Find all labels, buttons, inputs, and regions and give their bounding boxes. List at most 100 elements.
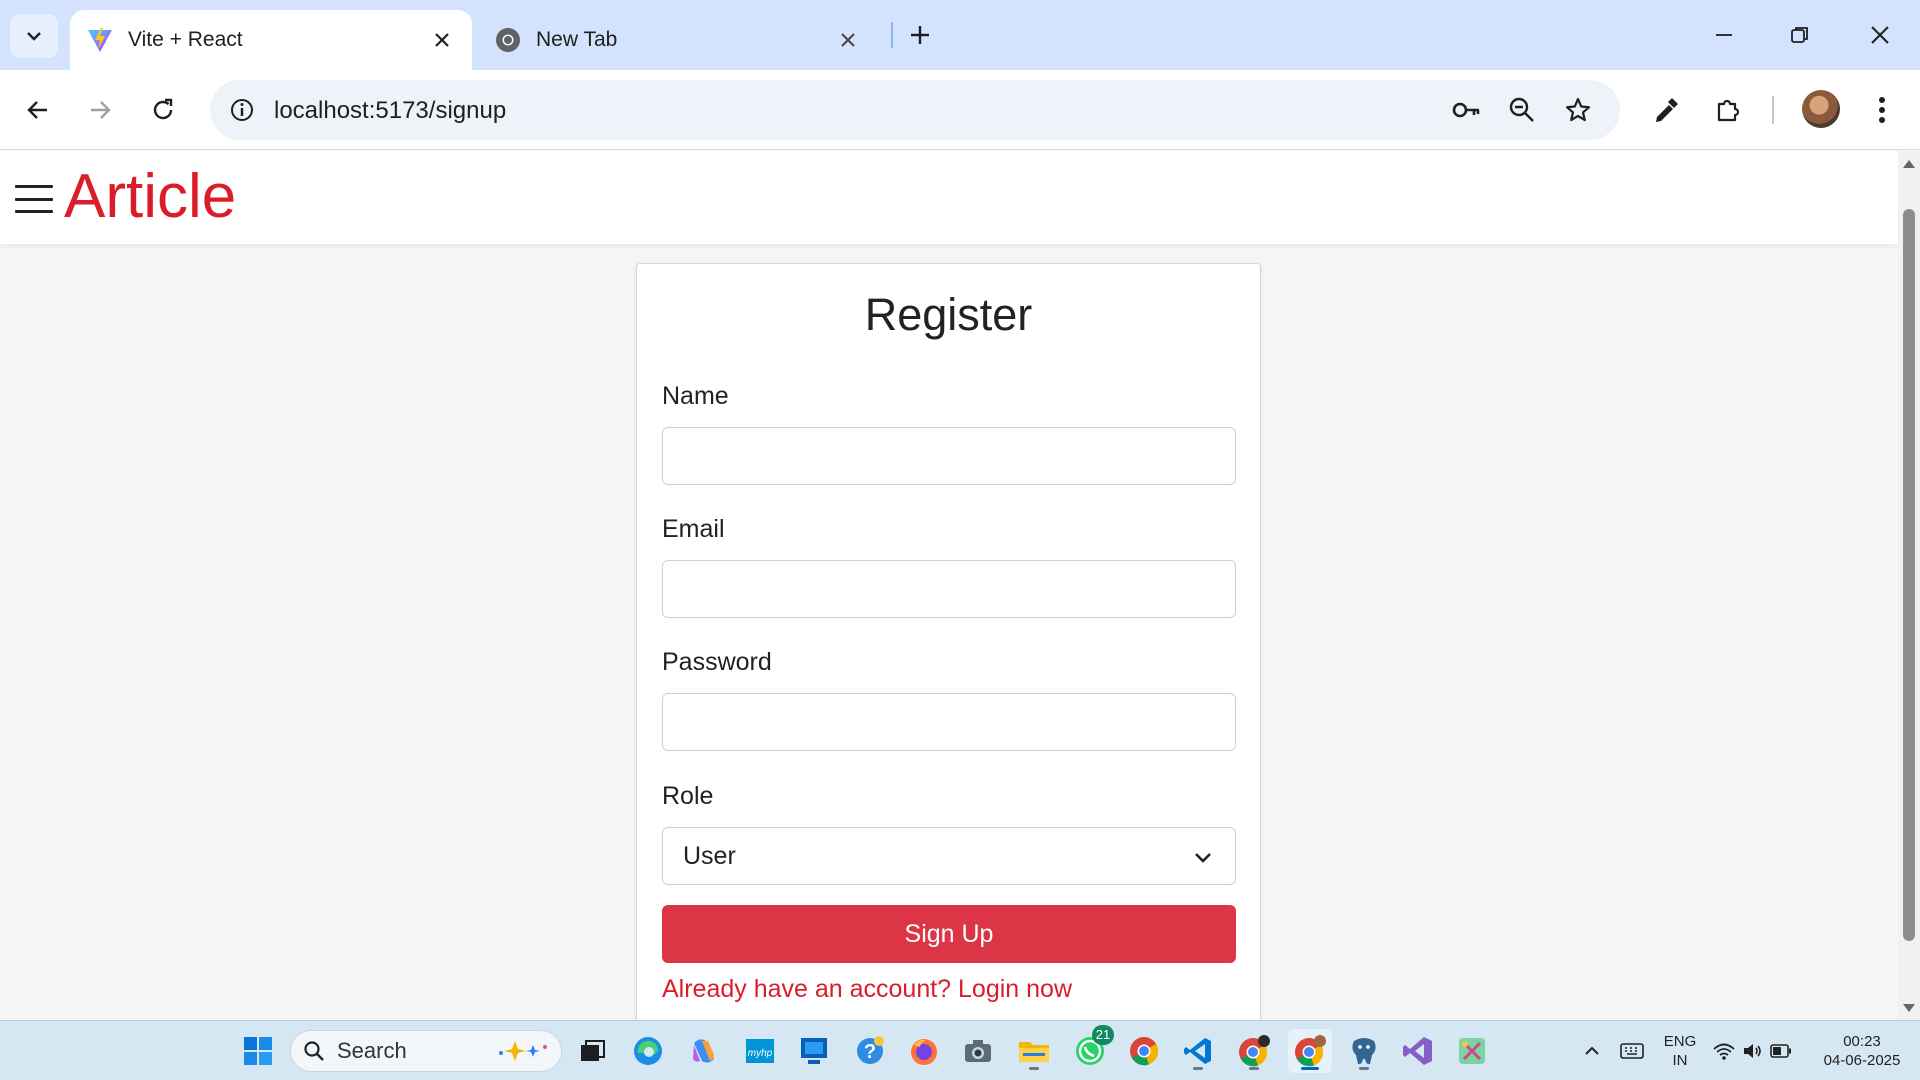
browser-toolbar: localhost:5173/signup	[0, 70, 1920, 150]
hamburger-menu-icon[interactable]	[15, 185, 53, 213]
chrome-icon	[492, 24, 524, 56]
register-card: Register Name Email Password Role User S…	[636, 263, 1261, 1020]
edge-browser-icon[interactable]	[626, 1029, 670, 1073]
windows-start-icon[interactable]	[236, 1029, 280, 1073]
back-arrow-icon	[27, 101, 47, 119]
show-hidden-icons-chevron-icon[interactable]	[1570, 1029, 1614, 1073]
close-icon	[1871, 26, 1889, 44]
form-title: Register	[864, 289, 1033, 340]
taskbar-search[interactable]: Search	[290, 1030, 562, 1072]
tab-title: Vite + React	[128, 28, 243, 51]
get-help-icon[interactable]: ?	[848, 1029, 892, 1073]
battery-icon	[1770, 1044, 1791, 1058]
role-select[interactable]: User	[662, 827, 1236, 885]
name-input[interactable]	[662, 427, 1236, 485]
minimize-button[interactable]	[1696, 12, 1752, 58]
windows-taskbar: Search myhp ? 21 ENG IN 00:23 04-06-2025	[0, 1020, 1920, 1080]
more-menu-icon[interactable]	[1860, 88, 1904, 132]
snipping-tool-icon[interactable]	[1450, 1029, 1494, 1073]
sign-up-button[interactable]: Sign Up	[662, 905, 1236, 963]
zoom-icon[interactable]	[1502, 90, 1542, 130]
svg-text:myhp: myhp	[748, 1048, 773, 1059]
site-header: Article	[0, 151, 1898, 244]
url-text[interactable]: localhost:5173/signup	[274, 97, 506, 125]
language-region: IN	[1672, 1052, 1688, 1069]
running-indicator	[1029, 1067, 1039, 1070]
plus-icon	[911, 26, 929, 44]
running-indicator	[1359, 1067, 1369, 1070]
tab-search-button[interactable]	[10, 14, 58, 58]
volume-icon	[1744, 1044, 1761, 1058]
close-tab-icon[interactable]	[426, 24, 458, 56]
scroll-down-icon[interactable]	[1902, 1001, 1916, 1015]
clock[interactable]: 00:23 04-06-2025	[1812, 1032, 1912, 1070]
new-tab-button[interactable]	[900, 17, 940, 53]
firefox-icon[interactable]	[902, 1029, 946, 1073]
scroll-up-icon[interactable]	[1902, 157, 1916, 171]
email-label: Email	[662, 515, 725, 543]
browser-tab-bar: Vite + React New Tab	[0, 0, 1920, 70]
site-brand[interactable]: Article	[64, 161, 236, 232]
quick-settings-tray[interactable]	[1706, 1029, 1798, 1073]
chevron-down-icon	[27, 32, 41, 41]
close-tab-icon[interactable]	[832, 24, 864, 56]
chrome-taskbar-icon[interactable]	[1122, 1029, 1166, 1073]
forward-button[interactable]	[78, 88, 122, 132]
postgresql-icon[interactable]	[1342, 1029, 1386, 1073]
email-input[interactable]	[662, 560, 1236, 618]
name-label: Name	[662, 382, 729, 410]
role-label: Role	[662, 782, 714, 810]
extensions-puzzle-icon[interactable]	[1706, 88, 1750, 132]
password-label: Password	[662, 648, 772, 676]
svg-text:?: ?	[864, 1041, 876, 1063]
chevron-down-icon	[1195, 853, 1211, 863]
touch-keyboard-icon[interactable]	[1610, 1029, 1654, 1073]
password-key-icon[interactable]	[1446, 90, 1486, 130]
toolbar-divider	[1772, 96, 1774, 124]
task-view-icon[interactable]	[570, 1029, 614, 1073]
password-input[interactable]	[662, 693, 1236, 751]
web-page: Article Register Name Email Password Rol…	[0, 151, 1920, 1020]
file-explorer-icon[interactable]	[1012, 1029, 1056, 1073]
forward-arrow-icon	[91, 101, 111, 119]
page-scrollbar[interactable]	[1898, 151, 1920, 1020]
copilot-sparkle-icon	[499, 1041, 547, 1061]
running-indicator	[1193, 1067, 1203, 1070]
chrome-profile-2-icon[interactable]	[1232, 1029, 1276, 1073]
eyedropper-extension-icon[interactable]	[1644, 88, 1688, 132]
bookmark-star-icon[interactable]	[1558, 90, 1598, 130]
restore-button[interactable]	[1772, 12, 1828, 58]
role-select-value: User	[683, 841, 736, 870]
whatsapp-badge: 21	[1092, 1025, 1114, 1045]
language-indicator[interactable]: ENG IN	[1654, 1032, 1706, 1070]
wifi-icon	[1713, 1043, 1735, 1060]
address-bar[interactable]: localhost:5173/signup	[210, 80, 1620, 140]
profile-avatar[interactable]	[1802, 90, 1840, 128]
tab-new-tab[interactable]: New Tab	[478, 10, 878, 70]
microsoft-store-icon[interactable]	[792, 1029, 836, 1073]
minimize-icon	[1716, 34, 1732, 36]
tab-separator	[891, 22, 893, 48]
language-code: ENG	[1663, 1033, 1697, 1050]
whatsapp-icon[interactable]: 21	[1068, 1025, 1114, 1073]
reload-button[interactable]	[141, 88, 185, 132]
myhp-app-icon[interactable]: myhp	[738, 1029, 782, 1073]
copilot-app-icon[interactable]	[682, 1029, 726, 1073]
camera-app-icon[interactable]	[956, 1029, 1000, 1073]
login-link[interactable]: Already have an account? Login now	[662, 975, 1072, 1004]
running-indicator	[1249, 1067, 1259, 1070]
close-window-button[interactable]	[1852, 12, 1908, 58]
tab-title: New Tab	[536, 28, 618, 51]
reload-icon	[153, 98, 173, 120]
scrollbar-thumb[interactable]	[1903, 209, 1915, 941]
visual-studio-icon[interactable]	[1396, 1029, 1440, 1073]
clock-date: 04-06-2025	[1823, 1052, 1901, 1069]
search-label: Search	[337, 1038, 407, 1063]
vite-icon	[84, 24, 116, 56]
site-info-icon[interactable]	[222, 90, 262, 130]
tab-vite-react[interactable]: Vite + React	[70, 10, 472, 70]
chrome-profile-active-icon[interactable]	[1288, 1029, 1332, 1073]
vscode-icon[interactable]	[1176, 1029, 1220, 1073]
clock-time: 00:23	[1843, 1033, 1881, 1050]
back-button[interactable]	[16, 88, 60, 132]
